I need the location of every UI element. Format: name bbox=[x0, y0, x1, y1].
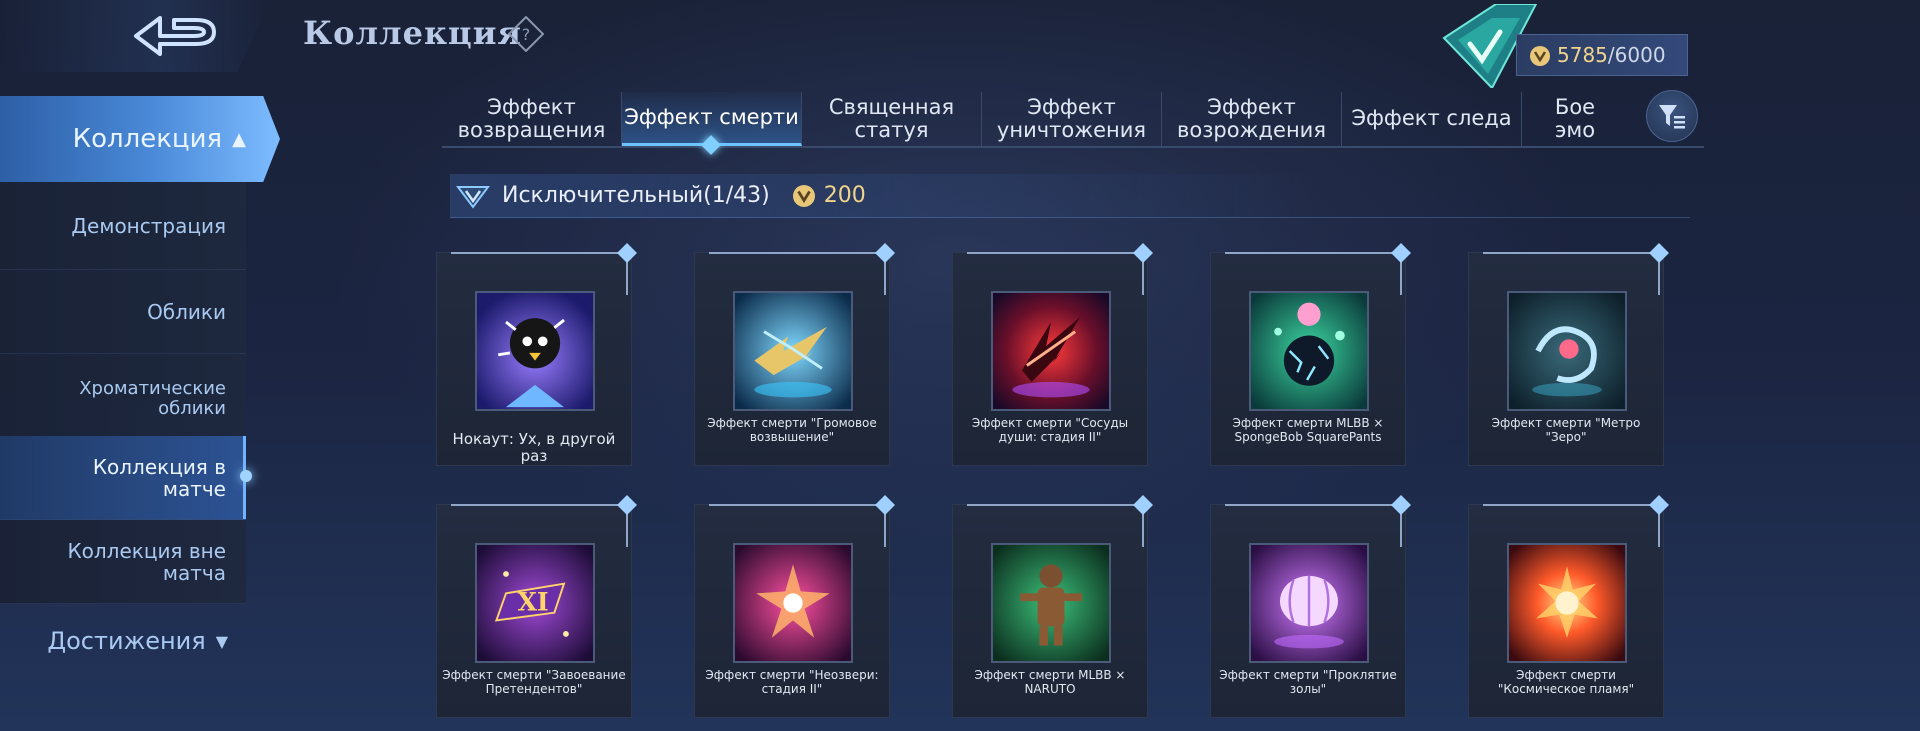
tab-label: Эффект смерти bbox=[624, 104, 799, 129]
active-tab-marker bbox=[701, 135, 721, 155]
tab-bar: Эффект возвращения Эффект смерти Священн… bbox=[442, 92, 1704, 155]
currency-value: 5785 bbox=[1557, 43, 1608, 67]
effect-card[interactable]: Эффект смерти "Неозвери: стадия II" bbox=[694, 495, 895, 718]
effect-name: Эффект смерти MLBB × SpongeBob SquarePan… bbox=[1232, 416, 1384, 444]
effect-thumbnail bbox=[1507, 543, 1627, 663]
currency-pill: 5785/6000 bbox=[1516, 34, 1688, 76]
effect-card[interactable]: Эффект смерти "Космическое пламя" bbox=[1468, 495, 1669, 718]
effect-card[interactable]: Нокаут: Ух, в другой раз bbox=[436, 243, 637, 466]
rarity-emblem-icon bbox=[456, 185, 490, 209]
tab-label: Бое эмо bbox=[1554, 94, 1596, 142]
effect-name: Эффект смерти "Неозвери: стадия II" bbox=[705, 668, 879, 696]
tab-recall-effect[interactable]: Эффект возвращения bbox=[442, 92, 622, 146]
tab-elimination-effect[interactable]: Эффект смерти bbox=[622, 92, 802, 155]
tab-label: Священная статуя bbox=[828, 94, 955, 142]
card-corner-ornament bbox=[709, 243, 895, 295]
card-corner-ornament bbox=[451, 243, 637, 295]
selection-indicator bbox=[240, 470, 252, 482]
tab-label: Эффект возвращения bbox=[457, 94, 606, 142]
sidebar-item-label: Коллекция в матче bbox=[92, 454, 226, 501]
effect-name: Эффект смерти "Космическое пламя" bbox=[1497, 668, 1635, 696]
tab-label: Эффект возрождения bbox=[1177, 94, 1326, 142]
effect-card[interactable]: Эффект смерти MLBB × SpongeBob SquarePan… bbox=[1210, 243, 1411, 466]
effect-thumbnail bbox=[475, 291, 595, 411]
sidebar-item-label: Демонстрация bbox=[71, 213, 226, 238]
sidebar-item-label: Достижения bbox=[47, 627, 206, 655]
card-corner-ornament bbox=[967, 495, 1153, 547]
card-corner-ornament bbox=[1483, 495, 1669, 547]
effect-name: Эффект смерти "Завоевание Претендентов" bbox=[442, 668, 626, 696]
effect-card[interactable]: Эффект смерти "Проклятие золы" bbox=[1210, 495, 1411, 718]
sidebar-item-label: Облики bbox=[147, 299, 226, 324]
svg-text:?: ? bbox=[522, 25, 531, 44]
effect-thumbnail bbox=[991, 291, 1111, 411]
svg-text:XI: XI bbox=[517, 587, 548, 617]
effect-name: Нокаут: Ух, в другой раз bbox=[452, 430, 616, 466]
rarity-price: 200 bbox=[823, 183, 866, 208]
effect-name: Эффект смерти MLBB × NARUTO bbox=[974, 668, 1126, 696]
sidebar-item-skins[interactable]: Облики bbox=[0, 270, 246, 354]
question-icon[interactable]: ? bbox=[508, 16, 544, 52]
card-corner-ornament bbox=[451, 495, 637, 547]
effect-thumbnail bbox=[1249, 543, 1369, 663]
filter-icon bbox=[1659, 105, 1685, 129]
tab-sacred-statue[interactable]: Священная статуя bbox=[802, 92, 982, 146]
battle-point-coin-icon bbox=[1530, 46, 1550, 66]
effect-thumbnail: XI bbox=[475, 543, 595, 663]
effect-name: Эффект смерти "Громовое возвышение" bbox=[707, 416, 877, 444]
sidebar-item-collection[interactable]: Коллекция ▲ bbox=[0, 96, 280, 182]
tab-destruction-effect[interactable]: Эффект уничтожения bbox=[982, 92, 1162, 146]
card-corner-ornament bbox=[1225, 243, 1411, 295]
card-corner-ornament bbox=[1225, 495, 1411, 547]
battle-point-coin-icon bbox=[792, 184, 815, 207]
effect-card[interactable]: Эффект смерти "Громовое возвышение" bbox=[694, 243, 895, 466]
effect-name: Эффект смерти "Метро "Зеро" bbox=[1491, 416, 1641, 444]
effect-card[interactable]: Эффект смерти MLBB × NARUTO bbox=[952, 495, 1153, 718]
page-title: Коллекция bbox=[303, 14, 523, 52]
card-corner-ornament bbox=[1483, 243, 1669, 295]
filter-button[interactable] bbox=[1646, 90, 1698, 142]
tab-label: Эффект уничтожения bbox=[996, 94, 1147, 142]
tab-revival-effect[interactable]: Эффект возрождения bbox=[1162, 92, 1342, 146]
currency-display: 5785/6000 bbox=[1436, 4, 1688, 88]
card-corner-ornament bbox=[967, 243, 1153, 295]
sidebar-item-chromatic-skins[interactable]: Хроматические облики bbox=[0, 354, 246, 444]
sidebar-item-label: Хроматические облики bbox=[79, 377, 226, 419]
sidebar-item-in-match-collection[interactable]: Коллекция в матче bbox=[0, 436, 246, 520]
effect-thumbnail bbox=[991, 543, 1111, 663]
tab-label: Эффект следа bbox=[1351, 106, 1512, 131]
tab-trail-effect[interactable]: Эффект следа bbox=[1342, 92, 1522, 146]
rarity-section-header: Исключительный(1/43) 200 bbox=[450, 174, 1690, 218]
effect-name: Эффект смерти "Сосуды души: стадия II" bbox=[971, 416, 1129, 444]
chevron-up-icon: ▲ bbox=[232, 128, 246, 150]
tab-battle-emote[interactable]: Бое эмо bbox=[1522, 92, 1628, 146]
sidebar-item-out-of-match-collection[interactable]: Коллекция вне матча bbox=[0, 520, 246, 604]
effect-card[interactable]: Эффект смерти "Сосуды души: стадия II" bbox=[952, 243, 1153, 466]
effect-thumbnail bbox=[733, 543, 853, 663]
rarity-label: Исключительный(1/43) bbox=[502, 183, 770, 208]
effect-thumbnail bbox=[1507, 291, 1627, 411]
currency-max: /6000 bbox=[1607, 43, 1666, 67]
back-arrow-icon bbox=[134, 16, 216, 56]
card-corner-ornament bbox=[709, 495, 895, 547]
sidebar-item-label: Коллекция bbox=[72, 124, 223, 154]
effect-card[interactable]: Эффект смерти "Метро "Зеро" bbox=[1468, 243, 1669, 466]
effect-name: Эффект смерти "Проклятие золы" bbox=[1219, 668, 1397, 696]
sidebar-item-showcase[interactable]: Демонстрация bbox=[0, 182, 246, 270]
effect-thumbnail bbox=[733, 291, 853, 411]
chevron-down-icon: ▼ bbox=[215, 631, 228, 651]
sidebar-item-achievements[interactable]: Достижения ▼ bbox=[0, 616, 246, 666]
sidebar-item-label: Коллекция вне матча bbox=[67, 538, 226, 585]
effect-thumbnail bbox=[1249, 291, 1369, 411]
back-button[interactable] bbox=[0, 0, 270, 72]
effect-card[interactable]: XI Эффект смерти "Завоевание Претенденто… bbox=[436, 495, 637, 718]
